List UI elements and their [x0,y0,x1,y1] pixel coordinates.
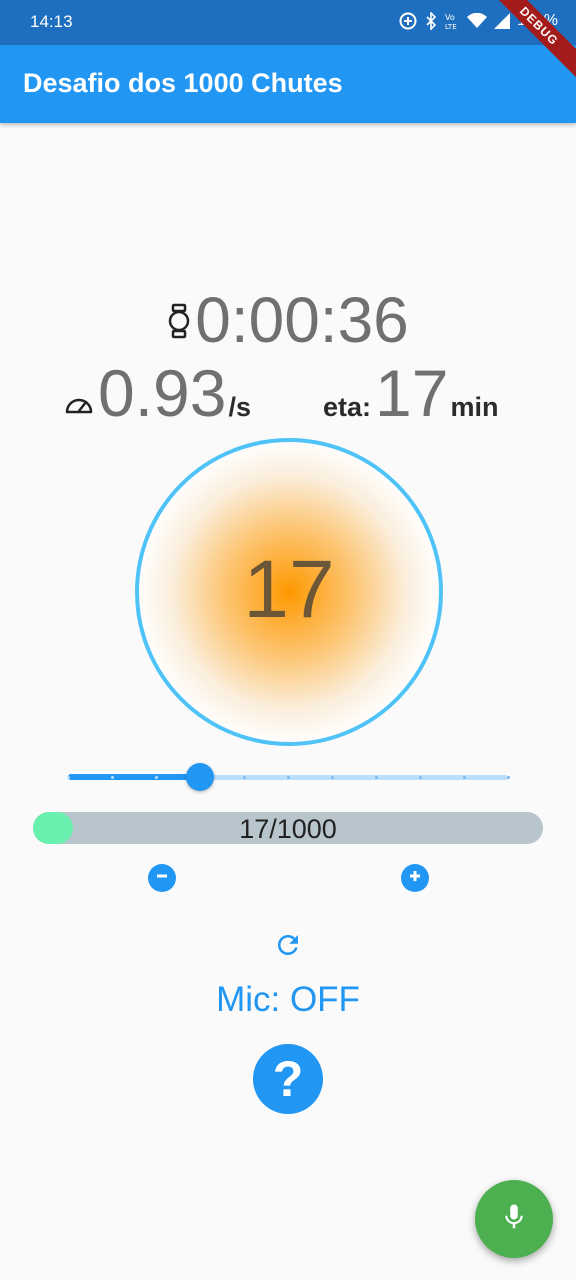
decrement-button[interactable] [148,864,176,892]
progress-label: 17/1000 [239,814,337,844]
timer-value: 0:00:36 [195,284,409,356]
mic-icon [499,1202,529,1237]
slider-tick [462,776,466,779]
slider-tick [242,776,246,779]
increment-button[interactable] [401,864,429,892]
slider-tick [506,776,510,779]
volte-icon: Vo LTE [444,12,460,30]
progress-bar: 17/1000 [33,812,543,844]
minus-icon [155,869,169,888]
help-label: ? [272,1051,304,1107]
refresh-icon [273,935,303,964]
kick-count: 17 [243,544,335,635]
stopwatch-icon [167,297,195,344]
slider-thumb[interactable] [186,763,214,791]
status-bar: 14:13 VoLTE 100% [0,0,576,45]
data-saver-icon [398,11,418,31]
slider-tick [330,776,334,779]
speed-unit: /s [228,392,251,422]
app-bar: Desafio dos 1000 Chutes [0,45,576,123]
kick-counter-button[interactable]: 17 [135,438,443,746]
slider-tick [374,776,378,779]
stats-row: 0.93 /s eta: 17 min [0,360,576,435]
slider-tick [66,776,70,779]
speed-readout: 0.93 /s [64,360,251,426]
wifi-icon [467,13,488,29]
eta-label: eta: [323,392,372,422]
slider-tick [110,776,114,779]
signal-icon [494,13,511,29]
eta-value: 17 [375,356,449,430]
elapsed-timer: 0:00:36 [0,280,576,360]
eta-unit: min [450,392,499,422]
mic-fab[interactable] [475,1180,553,1258]
plus-icon [408,869,422,888]
slider-tick [418,776,422,779]
speedometer-icon [64,384,98,421]
svg-text:LTE: LTE [445,23,457,30]
eta-readout: eta: 17 min [323,360,498,426]
help-button[interactable]: ? [253,1044,323,1114]
slider-tick [286,776,290,779]
slider-tick [154,776,158,779]
svg-text:Vo: Vo [445,13,455,22]
slider[interactable] [66,760,510,794]
reset-button[interactable] [273,930,303,960]
mic-status: Mic: OFF [216,980,360,1019]
bluetooth-icon [425,12,437,30]
speed-value: 0.93 [98,356,227,430]
app-title: Desafio dos 1000 Chutes [23,68,343,98]
status-time: 14:13 [30,12,73,31]
slider-active-track [68,774,200,780]
